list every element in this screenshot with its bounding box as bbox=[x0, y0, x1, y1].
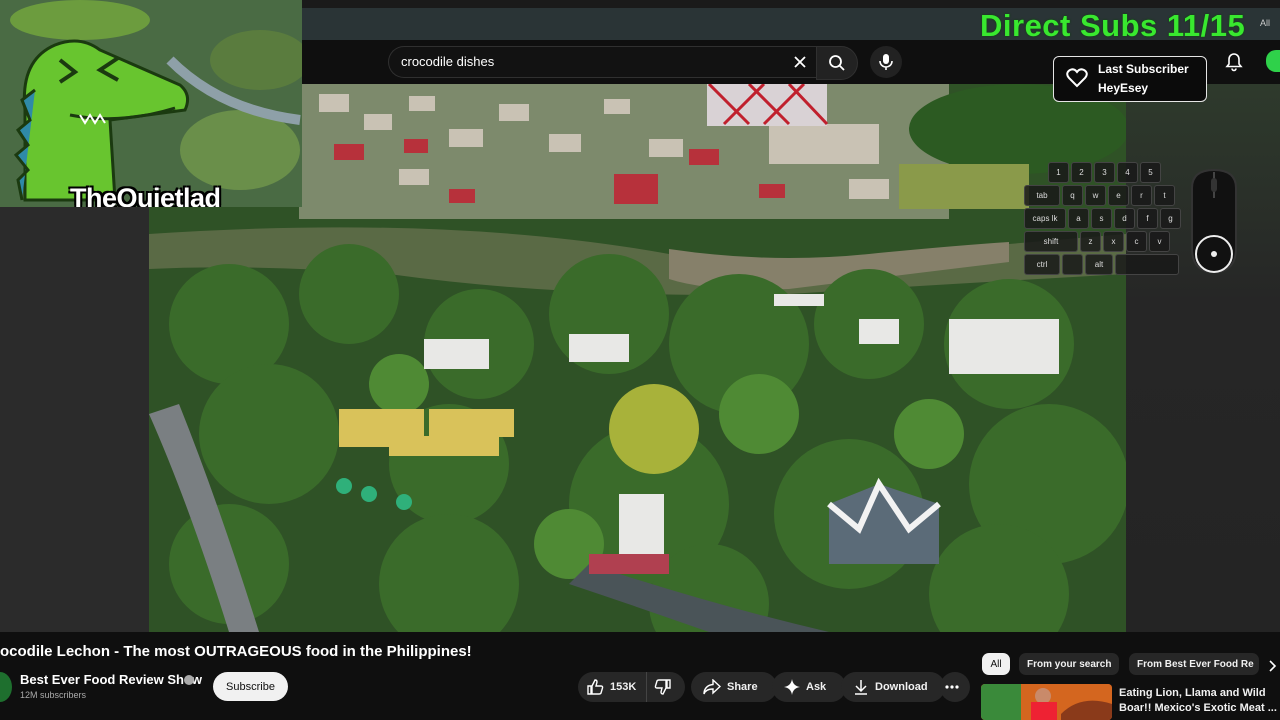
share-label: Share bbox=[727, 681, 758, 693]
last-subscriber-label: Last Subscriber bbox=[1098, 62, 1189, 76]
download-icon bbox=[855, 680, 867, 695]
chevron-right-icon[interactable] bbox=[1266, 656, 1280, 676]
ask-button[interactable]: Ask bbox=[772, 672, 846, 702]
search-icon bbox=[829, 55, 845, 71]
key-s: s bbox=[1091, 208, 1112, 229]
chip-from-channel[interactable]: From Best Ever Food Re bbox=[1129, 653, 1259, 675]
key-1: 1 bbox=[1048, 162, 1069, 183]
subscriber-count: 12M subscribers bbox=[20, 690, 87, 700]
key-tab: tab bbox=[1024, 185, 1060, 206]
verified-icon bbox=[184, 675, 194, 685]
search-input[interactable]: crocodile dishes bbox=[401, 47, 494, 77]
crocodile-mascot-image bbox=[0, 0, 302, 207]
key-g: g bbox=[1160, 208, 1181, 229]
key-e: e bbox=[1108, 185, 1129, 206]
clear-search-icon[interactable] bbox=[789, 51, 811, 73]
last-subscriber-panel: Last Subscriber HeyEsey bbox=[1053, 56, 1207, 102]
key-blank bbox=[1062, 254, 1083, 275]
keyboard-overlay: 1 2 3 4 5 tab q w e r t caps lk a s d f … bbox=[1024, 162, 1184, 277]
mouse-overlay bbox=[1184, 168, 1244, 274]
sparkle-icon bbox=[784, 679, 800, 695]
share-icon bbox=[703, 679, 721, 695]
bell-icon bbox=[1225, 53, 1243, 72]
left-gutter bbox=[0, 207, 149, 632]
avatar[interactable] bbox=[1266, 50, 1280, 72]
heart-icon bbox=[1066, 68, 1088, 93]
voice-search-button[interactable] bbox=[870, 46, 902, 78]
key-a: a bbox=[1068, 208, 1089, 229]
channel-name[interactable]: Best Ever Food Review Show bbox=[20, 672, 202, 687]
chip-from-search[interactable]: From your search bbox=[1019, 653, 1120, 675]
key-ctrl: ctrl bbox=[1024, 254, 1060, 275]
channel-avatar[interactable] bbox=[0, 672, 12, 702]
key-z: z bbox=[1080, 231, 1101, 252]
key-w: w bbox=[1085, 185, 1106, 206]
top-strip bbox=[302, 0, 1280, 8]
key-caps: caps lk bbox=[1024, 208, 1066, 229]
download-button[interactable]: Download bbox=[841, 672, 945, 702]
key-c: c bbox=[1126, 231, 1147, 252]
key-4: 4 bbox=[1117, 162, 1138, 183]
video-title: ocodile Lechon - The most OUTRAGEOUS foo… bbox=[0, 643, 472, 660]
thumbs-down-icon bbox=[654, 679, 671, 695]
download-label: Download bbox=[875, 681, 928, 693]
ask-label: Ask bbox=[806, 681, 827, 693]
subscribe-button[interactable]: Subscribe bbox=[213, 672, 288, 701]
key-space bbox=[1115, 254, 1179, 275]
like-count: 153K bbox=[610, 681, 637, 693]
key-alt: alt bbox=[1085, 254, 1113, 275]
share-button[interactable]: Share bbox=[691, 672, 777, 702]
related-video-thumbnail[interactable] bbox=[981, 684, 1112, 720]
webcam-overlay: TheQuietlad bbox=[0, 0, 302, 207]
key-v: v bbox=[1149, 231, 1170, 252]
microphone-icon bbox=[879, 54, 893, 70]
direct-subs-counter: Direct Subs 11/15 bbox=[980, 8, 1246, 43]
related-video-title[interactable]: Eating Lion, Llama and Wild Boar!! Mexic… bbox=[1119, 686, 1279, 716]
streamer-name: TheQuietlad bbox=[70, 183, 221, 207]
more-actions-button[interactable] bbox=[940, 672, 970, 702]
key-t: t bbox=[1154, 185, 1175, 206]
more-icon bbox=[945, 685, 959, 689]
key-2: 2 bbox=[1071, 162, 1092, 183]
key-shift: shift bbox=[1024, 231, 1078, 252]
last-subscriber-name: HeyEsey bbox=[1098, 81, 1149, 95]
key-r: r bbox=[1131, 185, 1152, 206]
thumbs-up-icon bbox=[587, 679, 604, 695]
key-f: f bbox=[1137, 208, 1158, 229]
chip-all[interactable]: All bbox=[982, 653, 1010, 675]
key-3: 3 bbox=[1094, 162, 1115, 183]
key-q: q bbox=[1062, 185, 1083, 206]
notifications-button[interactable] bbox=[1222, 50, 1246, 74]
all-label: All bbox=[1260, 18, 1271, 28]
search-box[interactable]: crocodile dishes bbox=[388, 46, 817, 78]
search-button[interactable] bbox=[816, 46, 858, 80]
dislike-button[interactable] bbox=[646, 672, 685, 702]
key-5: 5 bbox=[1140, 162, 1161, 183]
key-d: d bbox=[1114, 208, 1135, 229]
key-x: x bbox=[1103, 231, 1124, 252]
